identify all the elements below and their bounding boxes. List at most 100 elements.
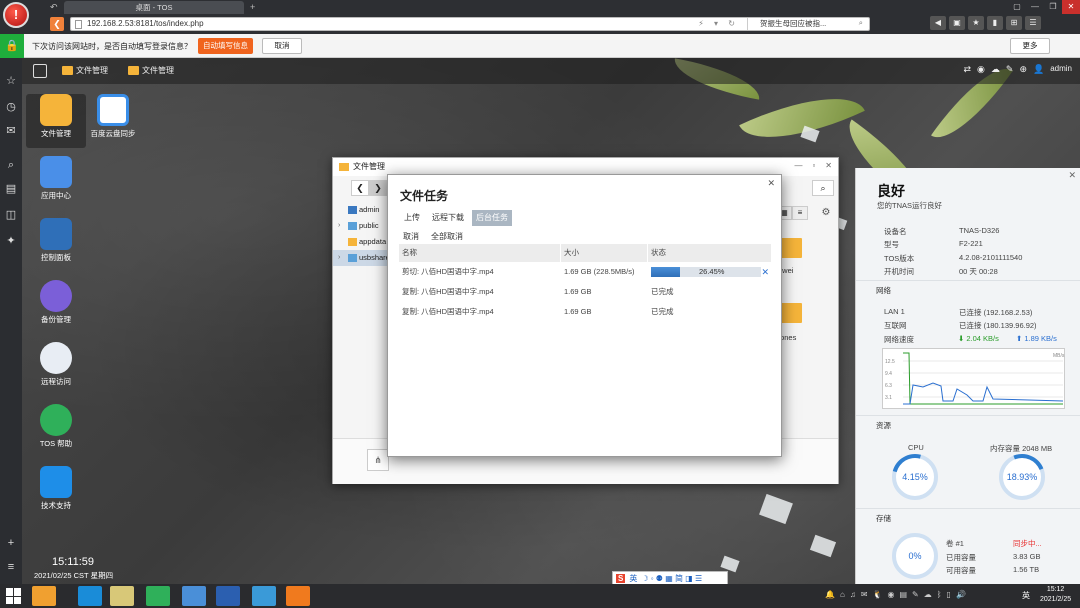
- games-rail-icon[interactable]: ✦: [4, 234, 18, 248]
- task-icon[interactable]: ◉: [977, 64, 985, 75]
- tray-icon-7[interactable]: ▤: [899, 590, 907, 599]
- share-icon[interactable]: ⋔: [367, 449, 389, 471]
- ime-toolbar[interactable]: S 英 ☽ ◦ ⚉ ▦ 简 ◨ ☰: [612, 571, 728, 584]
- table-row[interactable]: 复制: 八佰HD国语中字.mp4 1.69 GB 已完成: [399, 282, 771, 302]
- language-icon[interactable]: ⊕: [1019, 64, 1027, 75]
- taskbar-clock[interactable]: 15:12 2021/2/25: [1040, 585, 1071, 605]
- more-button[interactable]: 更多: [1010, 38, 1050, 54]
- undo-close-tab-icon[interactable]: ↶: [50, 2, 58, 13]
- new-tab-button[interactable]: +: [250, 2, 255, 12]
- close-button[interactable]: ✕: [825, 161, 832, 170]
- search-rail-icon[interactable]: ⌕: [4, 158, 18, 172]
- ime-tools[interactable]: ☽ ◦ ⚉ ▦ 简 ◨ ☰: [641, 573, 702, 584]
- tray-icon-5[interactable]: 🐧: [873, 590, 883, 599]
- back-button[interactable]: ❮: [50, 17, 64, 31]
- expand-arrow-icon[interactable]: ›: [338, 250, 340, 266]
- taskbar-app-word[interactable]: [216, 586, 240, 606]
- search-icon[interactable]: ⌕: [812, 180, 834, 196]
- search-input[interactable]: 贺振生母回应被指... ⌕: [747, 18, 867, 30]
- table-row[interactable]: 复制: 八佰HD国语中字.mp4 1.69 GB 已完成: [399, 302, 771, 322]
- windows-start-icon[interactable]: [6, 588, 22, 604]
- close-icon[interactable]: ✕: [767, 178, 775, 189]
- desktop-icon-remote-access[interactable]: 远程访问: [26, 342, 86, 387]
- sidebar-item-admin[interactable]: admin: [333, 202, 389, 218]
- window-maximize-button[interactable]: ❐: [1044, 0, 1062, 14]
- tray-icon-4[interactable]: ✉: [861, 590, 868, 599]
- window-close-button[interactable]: ✕: [1062, 0, 1080, 14]
- tos-tab-file-manager-1[interactable]: 文件管理: [62, 65, 108, 77]
- desktop-icon-baidu-sync[interactable]: 百度云盘同步: [83, 94, 143, 139]
- desktop-icon-file-manager[interactable]: 文件管理: [26, 94, 86, 148]
- minimize-button[interactable]: —: [794, 161, 802, 170]
- extension-icon-3[interactable]: ▮: [987, 16, 1003, 30]
- extension-icon-1[interactable]: ◀: [930, 16, 946, 30]
- browser-logo-icon[interactable]: !: [3, 2, 29, 28]
- desktop-icon-backup[interactable]: 备份管理: [26, 280, 86, 325]
- cancel-all-button[interactable]: 全部取消: [431, 231, 463, 242]
- maximize-button[interactable]: ▫: [812, 161, 815, 170]
- tray-icon-2[interactable]: ⌂: [840, 590, 845, 599]
- tray-icon-3[interactable]: ♫: [850, 590, 856, 599]
- rail-menu-icon[interactable]: ≡: [4, 560, 18, 574]
- close-icon[interactable]: ✕: [1068, 170, 1076, 181]
- history-rail-icon[interactable]: ◷: [4, 100, 18, 114]
- table-row[interactable]: 剪切: 八佰HD国语中字.mp4 1.69 GB (228.5MB/s) 26.…: [399, 262, 771, 282]
- cancel-autofill-button[interactable]: 取消: [262, 38, 302, 54]
- notes-icon[interactable]: ✎: [1006, 64, 1014, 75]
- battery-icon[interactable]: ▯: [947, 590, 951, 599]
- settings-gear-icon[interactable]: ⚙: [818, 206, 834, 220]
- sidebar-item-usbshare[interactable]: › usbshare: [333, 250, 390, 266]
- ime-language[interactable]: 英: [629, 573, 637, 584]
- user-name[interactable]: admin: [1050, 64, 1072, 75]
- bag-rail-icon[interactable]: ◫: [4, 208, 18, 222]
- add-rail-icon[interactable]: +: [4, 536, 18, 550]
- favorites-rail-icon[interactable]: ☆: [4, 74, 18, 88]
- bluetooth-icon[interactable]: ᛒ: [937, 590, 942, 599]
- search-icon[interactable]: ⌕: [859, 17, 863, 29]
- tray-icon-6[interactable]: ◉: [887, 590, 894, 599]
- tos-tab-file-manager-2[interactable]: 文件管理: [128, 65, 174, 77]
- expand-arrow-icon[interactable]: ›: [338, 218, 340, 234]
- tray-icon-1[interactable]: 🔔: [825, 590, 835, 599]
- nav-back-button[interactable]: ❮: [351, 180, 369, 196]
- desktop-icon-control-panel[interactable]: 控制面板: [26, 218, 86, 263]
- taskbar-app-3[interactable]: [110, 586, 134, 606]
- taskbar-app-5[interactable]: [182, 586, 206, 606]
- notes-rail-icon[interactable]: ▤: [4, 182, 18, 196]
- taskbar-app-wechat[interactable]: [146, 586, 170, 606]
- taskbar-app-7[interactable]: [252, 586, 276, 606]
- tab-desktop-tos[interactable]: 桌面 - TOS: [64, 1, 244, 14]
- sidebar-item-appdata[interactable]: appdata: [333, 234, 389, 250]
- message-icon[interactable]: ☁: [991, 64, 1000, 75]
- sidebar-item-public[interactable]: › public: [333, 218, 389, 234]
- tab-background-tasks[interactable]: 后台任务: [472, 210, 512, 226]
- tos-home-icon[interactable]: [33, 64, 47, 78]
- input-language[interactable]: 英: [1022, 590, 1030, 601]
- taskbar-app-browser[interactable]: [286, 586, 310, 606]
- address-bar[interactable]: 192.168.2.53:8181/tos/index.php ⚡ ▾ ↻ 贺振…: [70, 17, 870, 31]
- tray-icon-9[interactable]: ☁: [924, 590, 932, 599]
- nav-forward-button[interactable]: ❯: [369, 180, 387, 196]
- desktop-icon-support[interactable]: 技术支持: [26, 466, 86, 511]
- user-icon[interactable]: 👤: [1033, 64, 1044, 75]
- desktop-icon-help[interactable]: TOS 帮助: [26, 404, 86, 449]
- list-view-icon[interactable]: ≡: [792, 206, 808, 220]
- extension-icon-2[interactable]: ▣: [949, 16, 965, 30]
- address-tools[interactable]: ⚡ ▾ ↻: [698, 18, 739, 30]
- apps-icon[interactable]: ⊞: [1006, 16, 1022, 30]
- desktop-icon-app-center[interactable]: 应用中心: [26, 156, 86, 201]
- window-minimize-button[interactable]: —: [1026, 0, 1044, 14]
- cancel-task-button[interactable]: 取消: [403, 231, 419, 242]
- tab-upload[interactable]: 上传: [400, 210, 424, 226]
- favorites-icon[interactable]: ★: [968, 16, 984, 30]
- mail-rail-icon[interactable]: ✉: [4, 124, 18, 138]
- usb-icon[interactable]: ⇄: [963, 64, 971, 75]
- tray-icon-8[interactable]: ✎: [912, 590, 919, 599]
- taskbar-app-2[interactable]: [78, 586, 102, 606]
- taskbar-app-1[interactable]: [32, 586, 56, 606]
- cancel-task-icon[interactable]: ✕: [761, 262, 769, 282]
- tab-remote-download[interactable]: 远程下载: [428, 210, 468, 226]
- autofill-button[interactable]: 自动填写信息: [198, 38, 253, 54]
- window-restore-icon[interactable]: ▢: [1008, 0, 1026, 14]
- menu-icon[interactable]: ☰: [1025, 16, 1041, 30]
